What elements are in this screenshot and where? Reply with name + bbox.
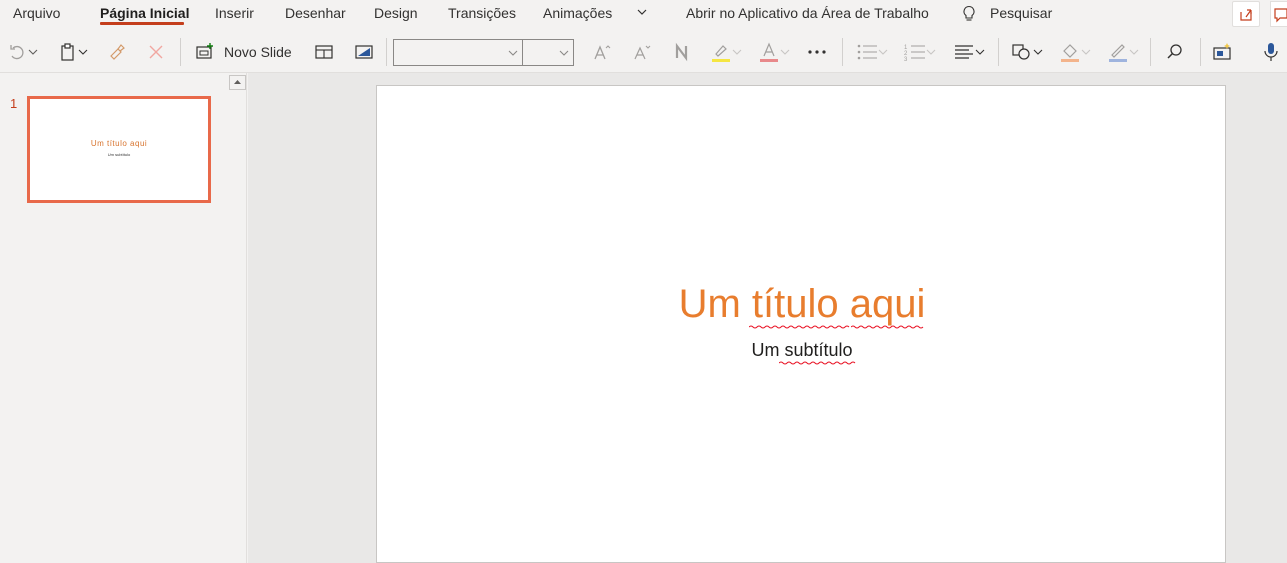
chevron-down-icon [559, 50, 569, 56]
designer-button[interactable] [1212, 41, 1234, 63]
decrease-font-button[interactable] [632, 41, 652, 63]
highlight-icon [712, 45, 730, 62]
spellcheck-underline [851, 325, 924, 329]
chevron-down-icon [1081, 49, 1091, 55]
dictate-button[interactable] [1262, 41, 1280, 63]
svg-text:3: 3 [904, 57, 908, 62]
layout-icon [315, 45, 333, 59]
find-icon [1167, 44, 1182, 59]
shape-fill-button[interactable] [1059, 41, 1091, 63]
share-icon [1240, 9, 1252, 21]
bullets-icon [857, 44, 877, 60]
paste-icon [61, 43, 74, 61]
comments-button[interactable] [1270, 1, 1287, 27]
new-slide-button[interactable]: Novo Slide [195, 41, 292, 63]
chevron-down-icon [1129, 49, 1139, 55]
chevron-down-icon [1033, 49, 1043, 55]
slide-number: 1 [10, 96, 18, 111]
chevron-down-icon [926, 49, 936, 55]
comment-icon [1274, 8, 1287, 23]
font-color-button[interactable] [758, 41, 790, 63]
separator [1200, 38, 1201, 66]
chevron-down-icon [28, 49, 38, 55]
separator [386, 38, 387, 66]
lightbulb-icon [963, 5, 975, 21]
tab-transicoes[interactable]: Transições [448, 5, 516, 21]
highlight-button[interactable] [710, 41, 742, 63]
search-button[interactable]: Pesquisar [990, 5, 1052, 21]
separator [998, 38, 999, 66]
chevron-down-icon [780, 49, 790, 55]
thumbnail-subtitle: Um subtítulo [107, 152, 131, 157]
numbering-icon: 1 2 3 [904, 45, 925, 62]
design-icon [355, 45, 373, 59]
slide-subtitle-placeholder[interactable]: Um subtítulo [377, 340, 1227, 361]
font-color-icon [760, 42, 778, 62]
slide-canvas[interactable]: Um título aqui Um subtítulo [376, 85, 1226, 563]
bold-icon [675, 42, 688, 62]
caret-up-icon [234, 80, 241, 84]
format-painter-icon [110, 44, 125, 60]
more-options-button[interactable] [806, 41, 828, 63]
decrease-font-icon [634, 45, 651, 60]
tab-inserir[interactable]: Inserir [215, 5, 254, 21]
design-button[interactable] [354, 41, 374, 63]
share-button[interactable] [1232, 1, 1260, 27]
tab-desenhar[interactable]: Desenhar [285, 5, 346, 21]
separator [180, 38, 181, 66]
spellcheck-underline [749, 325, 850, 329]
dictate-icon [1264, 43, 1278, 61]
find-button[interactable] [1165, 41, 1185, 63]
separator [842, 38, 843, 66]
separator [1150, 38, 1151, 66]
scroll-up-button[interactable] [229, 75, 246, 90]
font-name-combobox[interactable] [393, 39, 523, 66]
tab-arquivo[interactable]: Arquivo [13, 5, 60, 21]
clear-formatting-icon [149, 45, 163, 59]
new-slide-icon [196, 43, 213, 59]
chevron-down-icon[interactable] [636, 6, 648, 18]
more-icon [808, 50, 826, 54]
increase-font-icon [594, 45, 611, 60]
align-icon [955, 45, 973, 59]
tab-design[interactable]: Design [374, 5, 418, 21]
outline-icon [1109, 44, 1127, 62]
clear-formatting-button[interactable] [146, 41, 166, 63]
slide-thumbnail[interactable]: Um título aqui Um subtítulo [27, 96, 211, 203]
chevron-down-icon [732, 49, 742, 55]
spellcheck-underline [779, 361, 856, 365]
open-desktop-app-button[interactable]: Abrir no Aplicativo da Área de Trabalho [686, 5, 929, 21]
active-tab-indicator [100, 22, 184, 25]
layout-button[interactable] [314, 41, 334, 63]
slide-title-placeholder[interactable]: Um título aqui [377, 282, 1227, 327]
undo-icon [10, 45, 24, 60]
shapes-button[interactable] [1011, 41, 1043, 63]
tab-animacoes[interactable]: Animações [543, 5, 612, 21]
tab-pagina-inicial[interactable]: Página Inicial [100, 5, 189, 21]
chevron-down-icon [508, 50, 518, 56]
fill-icon [1061, 44, 1079, 62]
designer-icon [1213, 43, 1231, 60]
increase-font-button[interactable] [592, 41, 612, 63]
shape-outline-button[interactable] [1107, 41, 1139, 63]
align-button[interactable] [953, 41, 985, 63]
numbering-button[interactable]: 1 2 3 [904, 41, 936, 63]
chevron-down-icon [878, 49, 888, 55]
thumbnail-title: Um título aqui [90, 139, 148, 148]
font-size-combobox[interactable] [522, 39, 574, 66]
undo-button[interactable] [8, 41, 38, 63]
shapes-icon [1012, 44, 1030, 60]
chevron-down-icon [78, 49, 88, 55]
menu-tabs: Arquivo Página Inicial Inserir Desenhar … [0, 0, 1287, 29]
slide-thumbnails-pane: 1 Um título aqui Um subtítulo [0, 73, 247, 563]
bullets-button[interactable] [856, 41, 888, 63]
ribbon-toolbar: Novo Slide 1 2 3 [0, 31, 1287, 73]
chevron-down-icon [975, 49, 985, 55]
format-painter-button[interactable] [107, 41, 127, 63]
new-slide-label: Novo Slide [224, 44, 292, 60]
paste-button[interactable] [58, 41, 88, 63]
bold-button[interactable] [672, 41, 692, 63]
